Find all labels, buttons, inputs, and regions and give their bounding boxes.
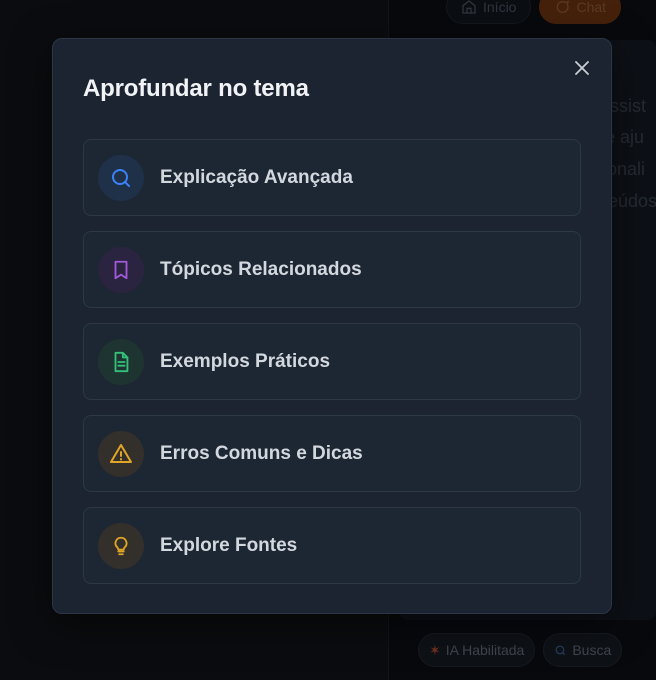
close-button[interactable] bbox=[573, 59, 591, 77]
options-list: Explicação Avançada Tópicos Relacionados… bbox=[83, 139, 581, 599]
option-label: Erros Comuns e Dicas bbox=[160, 442, 363, 464]
option-icon-circle bbox=[98, 246, 144, 293]
option-label: Exemplos Práticos bbox=[160, 350, 331, 372]
close-icon bbox=[575, 61, 589, 75]
option-icon-circle bbox=[98, 430, 144, 477]
option-icon-circle bbox=[98, 522, 144, 569]
option-common-errors-tips[interactable]: Erros Comuns e Dicas bbox=[83, 415, 581, 492]
bookmark-icon bbox=[114, 260, 128, 279]
document-icon bbox=[114, 351, 129, 372]
search-icon bbox=[112, 168, 130, 187]
deep-dive-modal: Aprofundar no tema Explicação Avançada T… bbox=[52, 38, 612, 614]
modal-title: Aprofundar no tema bbox=[83, 75, 309, 102]
option-practical-examples[interactable]: Exemplos Práticos bbox=[83, 323, 581, 400]
option-explore-sources[interactable]: Explore Fontes bbox=[83, 507, 581, 584]
option-icon-circle bbox=[98, 154, 144, 201]
option-label: Tópicos Relacionados bbox=[160, 258, 362, 280]
option-icon-circle bbox=[98, 338, 144, 385]
option-related-topics[interactable]: Tópicos Relacionados bbox=[83, 231, 581, 308]
lightbulb-icon bbox=[114, 536, 128, 555]
option-label: Explicação Avançada bbox=[160, 166, 353, 188]
option-advanced-explanation[interactable]: Explicação Avançada bbox=[83, 139, 581, 216]
warning-icon bbox=[110, 443, 132, 463]
option-label: Explore Fontes bbox=[160, 534, 298, 556]
